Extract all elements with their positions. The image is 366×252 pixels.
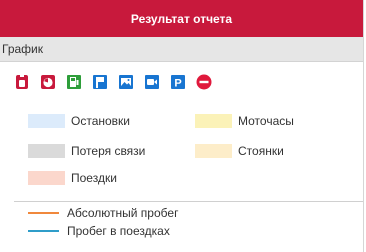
chart-toolbar: P [14,74,222,90]
chart-section-header[interactable]: График [0,37,363,62]
absolute-mileage-line-sample [28,212,59,214]
absolute-mileage-label: Абсолютный пробег [67,206,179,220]
panel-border [363,0,364,252]
legend-trips-swatch [28,171,65,185]
legend-engine-hours[interactable]: Моточасы [195,114,294,128]
image-icon [119,75,133,89]
fuel-canister-button[interactable] [14,74,30,90]
image-button[interactable] [118,74,134,90]
fuel-station-icon [67,75,81,89]
legend-trips[interactable]: Поездки [28,171,117,185]
legend-connection-loss[interactable]: Потеря связи [28,144,145,158]
legend-divider [14,201,363,202]
legend-parkings[interactable]: Стоянки [195,144,284,158]
legend-engine-hours-swatch [195,114,232,128]
video-camera-icon [145,75,159,89]
speedometer-icon [41,75,55,89]
legend-trips-label: Поездки [71,171,117,185]
svg-text:P: P [174,78,181,90]
legend-trip-mileage[interactable]: Пробег в поездках [28,224,170,238]
trip-mileage-line-sample [28,230,59,232]
legend-stops-label: Остановки [71,114,130,128]
legend-parkings-swatch [195,144,232,158]
legend-engine-hours-label: Моточасы [238,114,294,128]
remove-button[interactable] [196,74,212,90]
video-camera-button[interactable] [144,74,160,90]
speedometer-button[interactable] [40,74,56,90]
report-result-header: Результат отчета [0,0,363,37]
legend-connection-loss-label: Потеря связи [71,144,146,158]
chart-section-title: График [2,42,43,56]
legend-connection-loss-swatch [28,144,65,158]
legend-parkings-label: Стоянки [238,144,284,158]
legend-absolute-mileage[interactable]: Абсолютный пробег [28,206,178,220]
parking-button[interactable]: P [170,74,186,90]
flag-button[interactable] [92,74,108,90]
fuel-station-button[interactable] [66,74,82,90]
legend-stops[interactable]: Остановки [28,114,130,128]
report-result-title: Результат отчета [130,11,233,26]
flag-icon [93,75,107,89]
minus-circle-icon [196,74,212,90]
legend-stops-swatch [28,114,65,128]
parking-icon: P [171,75,185,90]
trip-mileage-label: Пробег в поездках [67,224,170,238]
fuel-canister-icon [16,75,28,89]
